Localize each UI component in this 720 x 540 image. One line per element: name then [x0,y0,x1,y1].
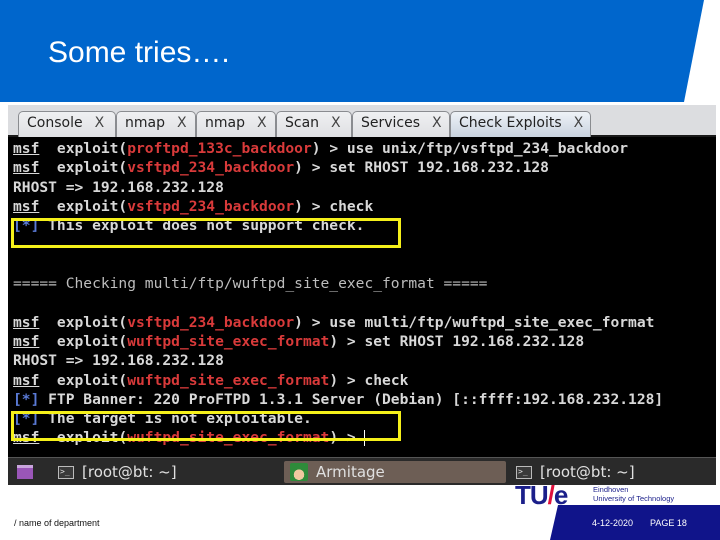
taskbar-item-terminal-1[interactable]: >_ [root@bt: ~] [52,461,282,483]
command-prefix: exploit( [39,332,128,350]
console-output[interactable]: msf exploit(proftpd_133c_backdoor) > use… [8,139,716,457]
console-line: msf exploit(proftpd_133c_backdoor) > use… [13,139,716,158]
armitage-screenshot: Console X nmap X nmap X Scan X Services X Che… [8,105,716,485]
tab-label: nmap [205,115,245,131]
msf-prompt: msf [13,332,40,350]
command-prefix: exploit( [39,140,128,157]
output-text: RHOST => 192.168.232.128 [13,178,224,196]
module-name: wuftpd_site_exec_format [127,371,330,389]
tab-close-icon[interactable]: X [331,115,341,131]
command-prefix: exploit( [39,159,128,177]
terminal-icon: >_ [516,465,532,479]
console-line: RHOST => 192.168.232.128 [13,178,716,197]
msf-prompt: msf [13,313,40,331]
msf-prompt: msf [13,371,40,389]
armitage-icon [290,463,308,481]
console-line: msf exploit(vsftpd_234_backdoor) > use m… [13,313,716,332]
tab-close-icon[interactable]: X [177,115,187,131]
taskbar: >_ [root@bt: ~] Armitage >_ [root@bt: ~] [8,457,716,485]
app-menu-icon[interactable] [17,465,33,479]
tab-nmap-2[interactable]: nmap X [196,111,276,137]
tab-scan[interactable]: Scan X [276,111,352,137]
console-line: ===== Checking multi/ftp/wuftpd_site_exe… [13,274,716,293]
tab-label: Services [361,115,421,131]
tab-label: Console [27,115,83,131]
tue-logo: TU/e Eindhoven University of Technology [515,480,695,510]
console-line: msf exploit(wuftpd_site_exec_format) > s… [13,332,716,351]
slide-title: Some tries…. [48,36,230,69]
output-text: RHOST => 192.168.232.128 [13,352,224,370]
module-name: vsftpd_234_backdoor [127,197,295,215]
module-name: vsftpd_234_backdoor [127,313,295,331]
tab-console[interactable]: Console X [18,111,116,137]
command-prefix: exploit( [39,371,128,389]
highlight-box-no-check [11,218,401,248]
taskbar-item-label: [root@bt: ~] [82,463,177,481]
status-message: FTP Banner: 220 ProFTPD 1.3.1 Server (De… [39,390,664,408]
highlight-box-not-exploitable [11,411,401,441]
footer-date: 4-12-2020 [592,518,634,528]
terminal-icon: >_ [58,465,74,479]
command-prefix: exploit( [39,313,128,331]
console-line: msf exploit(vsftpd_234_backdoor) > check [13,197,716,216]
command-text: ) > use unix/ftp/vsftpd_234_backdoor [311,140,629,157]
tab-label: Check Exploits [459,115,562,131]
command-text: ) > check [294,197,374,215]
tab-bar: Console X nmap X nmap X Scan X Services X Che… [8,105,716,137]
tab-nmap-1[interactable]: nmap X [116,111,196,137]
tue-logo-text: Eindhoven University of Technology [593,485,675,503]
tab-services[interactable]: Services X [352,111,450,137]
tab-close-icon[interactable]: X [432,115,442,131]
taskbar-item-label: Armitage [316,463,385,481]
msf-prompt: msf [13,140,40,157]
msf-prompt: msf [13,197,40,215]
module-name: vsftpd_234_backdoor [127,159,295,177]
command-text: ) > use multi/ftp/wuftpd_site_exec_forma… [294,313,655,331]
section-separator: ===== Checking multi/ftp/wuftpd_site_exe… [13,275,488,293]
console-line: [*] FTP Banner: 220 ProFTPD 1.3.1 Server… [13,390,716,409]
console-line: RHOST => 192.168.232.128 [13,351,716,370]
footer-department: / name of department [14,518,100,528]
tab-close-icon[interactable]: X [574,115,584,131]
status-marker: [*] [13,390,40,408]
command-prefix: exploit( [39,197,128,215]
command-text: ) > check [329,371,409,389]
logo-line-2: University of Technology [593,493,675,503]
module-name: proftpd_133c_backdoor [127,140,312,157]
tab-check-exploits[interactable]: Check Exploits X [450,111,591,137]
console-line: msf exploit(vsftpd_234_backdoor) > set R… [13,158,716,177]
tab-label: Scan [285,115,320,131]
taskbar-item-armitage[interactable]: Armitage [284,461,506,483]
tab-close-icon[interactable]: X [257,115,267,131]
taskbar-item-label: [root@bt: ~] [540,463,635,481]
console-line: msf exploit(wuftpd_site_exec_format) > c… [13,371,716,390]
footer-page-number: PAGE 18 [650,518,687,528]
msf-prompt: msf [13,159,40,177]
module-name: wuftpd_site_exec_format [127,332,330,350]
command-text: ) > set RHOST 192.168.232.128 [329,332,585,350]
tab-close-icon[interactable]: X [95,115,105,131]
tab-label: nmap [125,115,165,131]
command-text: ) > set RHOST 192.168.232.128 [294,159,549,177]
